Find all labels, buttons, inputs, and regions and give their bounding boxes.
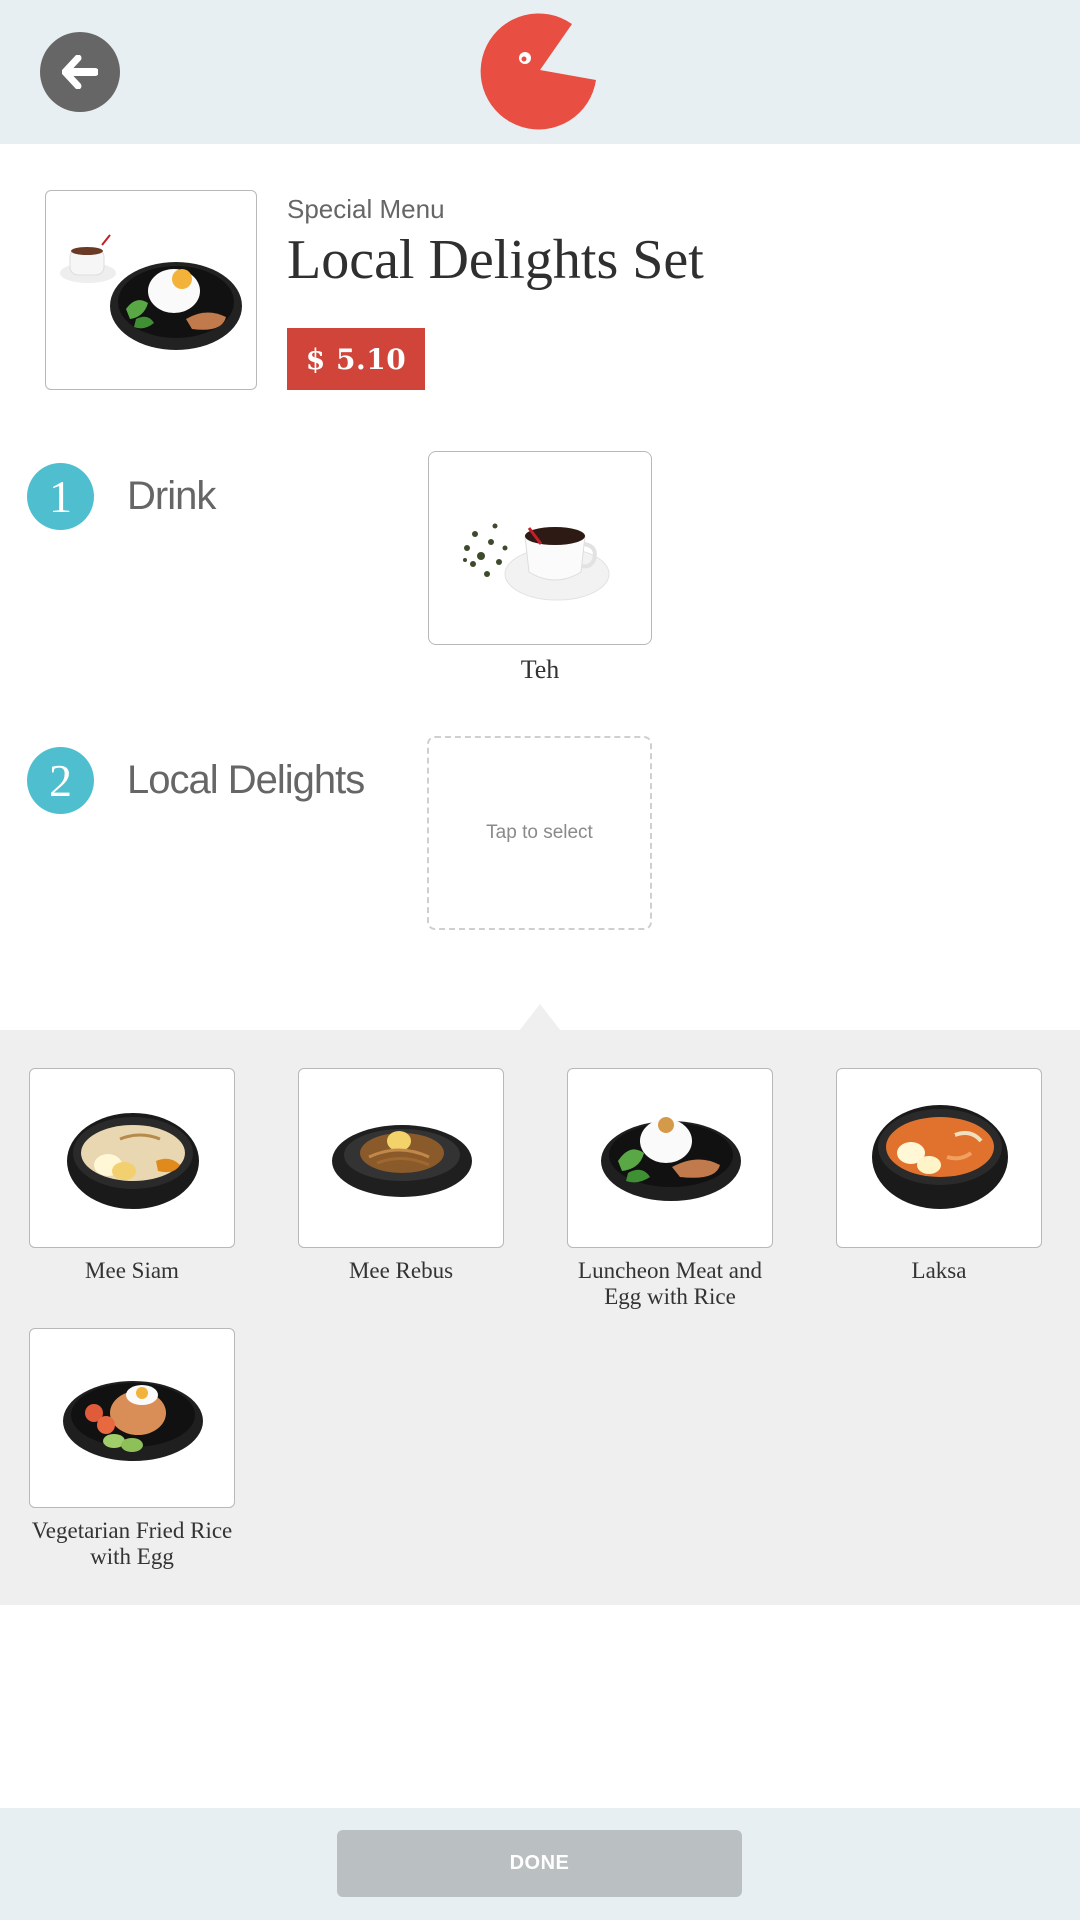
- tap-to-select-hint: Tap to select: [486, 822, 593, 843]
- option-name-mee-rebus: Mee Rebus: [348, 1258, 454, 1283]
- mee-siam-image: [67, 1113, 199, 1209]
- laksa-image: [872, 1105, 1008, 1209]
- teh-image: [463, 523, 610, 601]
- set-photo: [45, 190, 257, 390]
- bottom-bar: DONE: [0, 1808, 1080, 1920]
- step-number: 1: [27, 463, 94, 530]
- step-number: 2: [27, 747, 94, 814]
- option-card-mee-siam[interactable]: [29, 1068, 235, 1248]
- luncheon-meat-rice-image: [601, 1117, 741, 1201]
- brand-logo[interactable]: [480, 10, 600, 130]
- done-button[interactable]: DONE: [337, 1830, 742, 1897]
- set-meal-image: [60, 234, 242, 350]
- option-card-vegetarian-fried-rice[interactable]: [29, 1328, 235, 1508]
- option-card-mee-rebus[interactable]: [298, 1068, 504, 1248]
- step-label-drink: Drink: [127, 474, 216, 518]
- price-badge: $ 5.10: [287, 328, 425, 390]
- set-title: Local Delights Set: [287, 229, 704, 291]
- top-bar: [0, 0, 1080, 144]
- panel-pointer: [519, 1004, 561, 1031]
- option-name-luncheon-meat: Luncheon Meat and Egg with Rice: [578, 1258, 762, 1309]
- arrow-left-icon: [62, 55, 98, 89]
- vegetarian-fried-rice-image: [63, 1381, 203, 1461]
- back-button[interactable]: [40, 32, 120, 112]
- option-name-vegetarian-fried-rice: Vegetarian Fried Rice with Egg: [31, 1518, 233, 1569]
- set-kicker: Special Menu: [287, 194, 445, 224]
- local-delights-select-slot[interactable]: Tap to select: [427, 736, 652, 930]
- option-card-luncheon-meat[interactable]: [567, 1068, 773, 1248]
- option-name-laksa: Laksa: [911, 1258, 967, 1283]
- mee-rebus-image: [332, 1125, 472, 1197]
- option-card-laksa[interactable]: [836, 1068, 1042, 1248]
- drink-selection-name: Teh: [520, 655, 560, 684]
- option-name-mee-siam: Mee Siam: [85, 1258, 179, 1283]
- drink-selection-card[interactable]: [428, 451, 652, 645]
- step-label-local-delights: Local Delights: [127, 758, 365, 802]
- options-panel: Mee Siam Mee Rebus Luncheon Meat and Egg…: [0, 1030, 1080, 1605]
- pacman-logo-icon: [480, 13, 596, 130]
